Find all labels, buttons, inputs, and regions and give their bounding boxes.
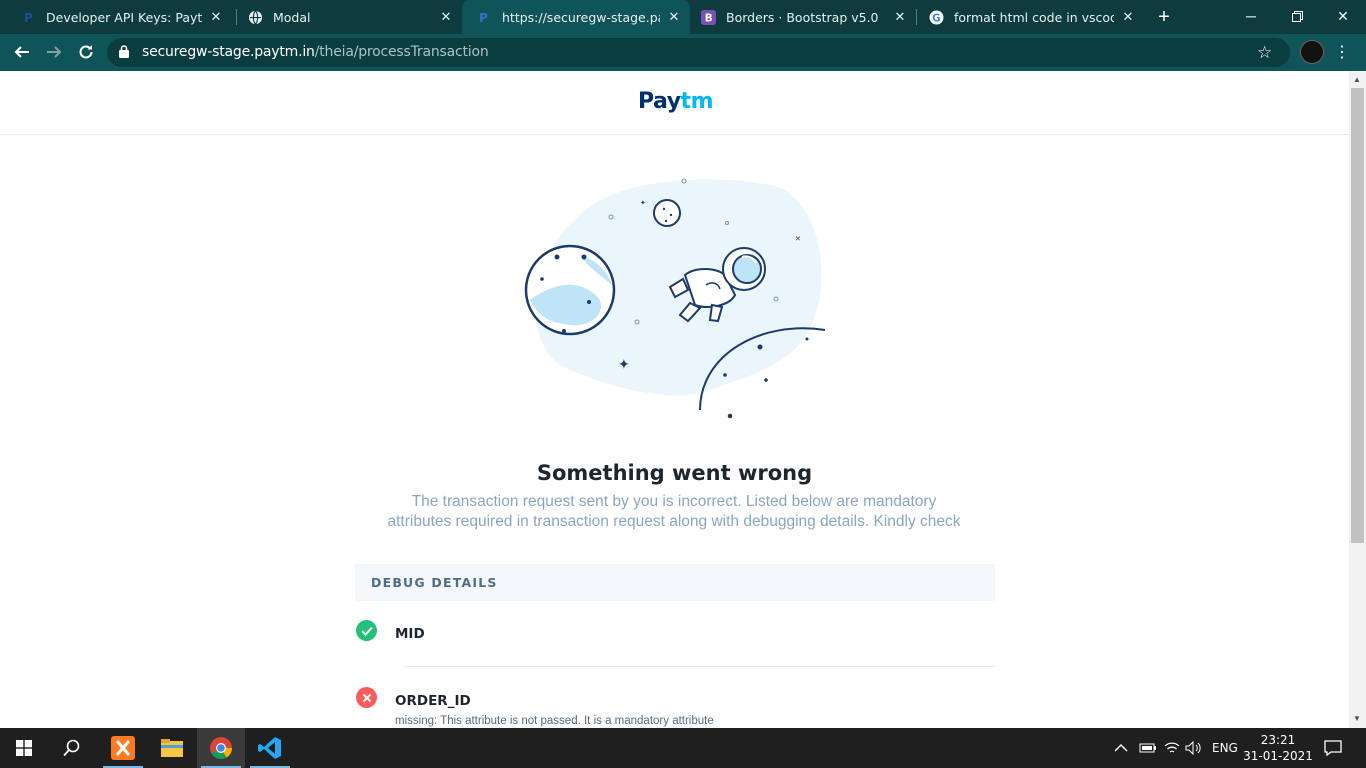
close-tab-icon[interactable]: ✕	[1120, 9, 1136, 25]
minimize-button[interactable]: ─	[1228, 0, 1274, 32]
page-header: Paytm	[0, 71, 1349, 135]
clock-date: 31-01-2021	[1243, 749, 1313, 763]
astronaut-illustration: ✦ ✦ ✕	[524, 178, 826, 419]
svg-text:✕: ✕	[795, 235, 801, 243]
profile-avatar[interactable]	[1300, 40, 1324, 64]
search-icon[interactable]	[48, 728, 96, 768]
debug-details-header: DEBUG DETAILS	[355, 564, 995, 601]
paytm-favicon: P	[476, 9, 492, 25]
svg-text:G: G	[932, 12, 940, 24]
error-message: The transaction request sent by you is i…	[374, 492, 974, 532]
tab-bootstrap-borders[interactable]: B Borders · Bootstrap v5.0 ✕	[690, 0, 916, 34]
new-tab-button[interactable]: +	[1152, 5, 1176, 29]
tab-title: Developer API Keys: Paytm for	[46, 9, 202, 25]
xampp-icon[interactable]	[99, 728, 147, 768]
chrome-icon[interactable]	[197, 728, 245, 768]
paytm-logo: Paytm	[638, 89, 714, 114]
scroll-down-arrow-icon[interactable]: ▼	[1353, 714, 1361, 723]
debug-row-label: ORDER_ID	[395, 693, 471, 709]
tab-title: Borders · Bootstrap v5.0	[726, 9, 879, 25]
svg-text:✦: ✦	[640, 199, 646, 207]
svg-text:P: P	[24, 11, 33, 24]
language-indicator[interactable]: ENG	[1212, 728, 1238, 768]
system-clock[interactable]: 23:21 31-01-2021	[1238, 732, 1318, 764]
error-message-line: The transaction request sent by you is i…	[411, 493, 937, 510]
lock-icon[interactable]	[119, 45, 129, 63]
forward-button[interactable]	[40, 38, 68, 66]
clock-time: 23:21	[1260, 733, 1296, 747]
address-bar[interactable]: securegw-stage.paytm.in/theia/processTra…	[107, 38, 1290, 67]
url-text[interactable]: securegw-stage.paytm.in/theia/processTra…	[142, 44, 489, 60]
file-explorer-icon[interactable]	[148, 728, 196, 768]
svg-text:✦: ✦	[618, 357, 630, 373]
tab-securegw-active[interactable]: P https://securegw-stage.paytm. ✕	[462, 0, 690, 34]
google-icon: G	[928, 9, 944, 25]
debug-row-note: missing: This attribute is not passed. I…	[395, 715, 714, 727]
page-viewport: Paytm ✦ ✦ ✕ Something went wrong The tra…	[0, 71, 1349, 728]
tab-developer-api-keys[interactable]: P Developer API Keys: Paytm for ✕	[0, 0, 232, 34]
tab-separator	[916, 9, 917, 25]
tab-strip: P Developer API Keys: Paytm for ✕ Modal …	[0, 0, 1366, 34]
windows-taskbar: ENG 23:21 31-01-2021	[0, 728, 1366, 768]
globe-icon	[247, 9, 263, 25]
windows-start-icon[interactable]	[0, 728, 48, 768]
page-scrollbar[interactable]: ▲ ▼	[1349, 71, 1366, 728]
debug-row-label: MID	[395, 626, 425, 642]
restore-button[interactable]	[1274, 0, 1320, 32]
show-hidden-icons[interactable]	[1114, 728, 1128, 768]
check-circle-icon	[356, 620, 377, 641]
wifi-icon[interactable]	[1164, 728, 1180, 768]
error-circle-icon	[356, 687, 377, 708]
tab-title: format html code in vscode - G	[954, 9, 1114, 25]
error-heading: Something went wrong	[536, 461, 813, 485]
tab-title: Modal	[273, 9, 311, 25]
close-tab-icon[interactable]: ✕	[208, 9, 224, 25]
svg-text:B: B	[704, 12, 712, 24]
url-host: securegw-stage.paytm.in	[142, 44, 315, 60]
url-path: /theia/processTransaction	[314, 44, 489, 60]
vscode-icon[interactable]	[246, 728, 294, 768]
debug-details-title: DEBUG DETAILS	[371, 575, 498, 590]
tab-title: https://securegw-stage.paytm.	[502, 9, 660, 25]
tab-modal[interactable]: Modal ✕	[227, 0, 462, 34]
tab-google-search[interactable]: G format html code in vscode - G ✕	[918, 0, 1144, 34]
close-window-button[interactable]: ✕	[1320, 0, 1366, 32]
debug-row-divider	[404, 666, 995, 667]
scroll-up-arrow-icon[interactable]: ▲	[1353, 75, 1361, 84]
notifications-icon[interactable]	[1324, 728, 1342, 768]
browser-toolbar: securegw-stage.paytm.in/theia/processTra…	[0, 34, 1366, 71]
scrollbar-thumb[interactable]	[1351, 88, 1364, 543]
close-tab-icon[interactable]: ✕	[892, 9, 908, 25]
svg-text:P: P	[479, 11, 488, 24]
browser-menu-icon[interactable]: ⋮	[1334, 40, 1350, 64]
bootstrap-icon: B	[700, 9, 716, 25]
close-tab-icon[interactable]: ✕	[666, 9, 682, 25]
battery-icon[interactable]	[1139, 728, 1157, 768]
close-tab-icon[interactable]: ✕	[438, 9, 454, 25]
error-message-line: attributes required in transaction reque…	[387, 513, 961, 530]
bookmark-star-icon[interactable]: ☆	[1257, 43, 1272, 63]
volume-icon[interactable]	[1185, 728, 1203, 768]
back-button[interactable]	[8, 38, 36, 66]
reload-button[interactable]	[72, 38, 100, 66]
paytm-favicon: P	[20, 9, 36, 25]
